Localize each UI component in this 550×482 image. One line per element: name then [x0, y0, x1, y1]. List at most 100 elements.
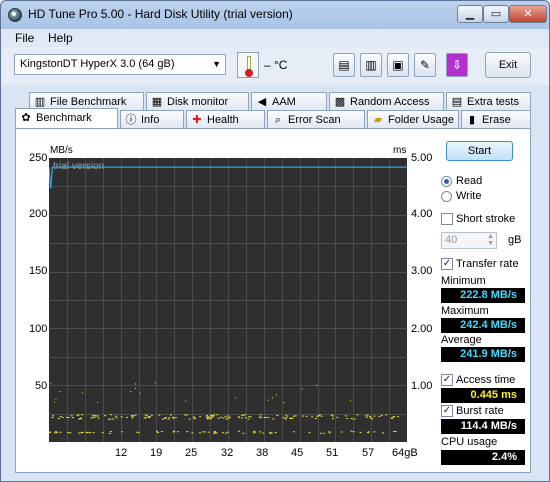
x-tick: 19: [150, 447, 163, 459]
access-time-point: [192, 416, 195, 418]
access-time-point: [54, 431, 57, 433]
access-time-point: [380, 414, 383, 416]
access-time-point: [199, 432, 202, 434]
access-time-point: [315, 418, 318, 420]
access-time-point: [373, 431, 376, 433]
cpu-usage-label: CPU usage: [441, 436, 498, 448]
file-benchmark-icon: ▥: [34, 96, 46, 108]
access-time-point: [97, 417, 100, 419]
access-time-point: [172, 431, 175, 433]
access-time-point: [294, 415, 297, 417]
transfer-rate-checkbox[interactable]: ✓: [441, 258, 453, 270]
access-time-point: [369, 416, 372, 418]
tab-error-scan[interactable]: ⌕ Error Scan: [267, 110, 365, 129]
access-time-point: [115, 417, 118, 419]
y-left-tick: 100: [29, 323, 48, 335]
access-time-point: [378, 415, 381, 417]
download-icon[interactable]: ⇩: [446, 53, 468, 77]
y-right-unit: ms: [393, 145, 407, 156]
access-time-point: [217, 417, 220, 419]
drive-select[interactable]: KingstonDT HyperX 3.0 (64 gB) ▼: [14, 54, 226, 75]
menu-help[interactable]: Help: [48, 31, 73, 45]
access-time-point: [109, 414, 112, 416]
temperature-readout: – °C: [264, 58, 288, 72]
access-time-point: [107, 418, 110, 420]
maximize-button[interactable]: ▭: [483, 5, 509, 23]
access-time-point: [85, 431, 88, 433]
tab-erase[interactable]: ▮ Erase: [461, 110, 531, 129]
access-time-point: [262, 432, 265, 434]
read-radio[interactable]: [441, 176, 452, 187]
access-time-checkbox[interactable]: ✓: [441, 374, 453, 386]
access-time-point: [359, 431, 362, 433]
x-tick: 45: [291, 447, 304, 459]
minimum-value: 222.8 MB/s: [441, 288, 525, 303]
exit-button[interactable]: Exit: [485, 52, 531, 78]
tab-folder-usage[interactable]: ▰ Folder Usage: [367, 110, 459, 129]
minimize-button[interactable]: ▁: [457, 5, 483, 23]
access-time-point: [308, 432, 311, 434]
tab-info[interactable]: ⓘ Info: [120, 110, 184, 129]
access-time-point: [272, 418, 275, 420]
y-left-tick: 200: [29, 208, 48, 220]
short-stroke-checkbox[interactable]: [441, 213, 453, 225]
access-time-point: [227, 415, 230, 417]
access-time-point: [352, 431, 355, 433]
tab-extra-tests[interactable]: ▤ Extra tests: [446, 92, 531, 111]
menu-file[interactable]: File: [15, 31, 34, 45]
title-bar[interactable]: HD Tune Pro 5.00 - Hard Disk Utility (tr…: [1, 1, 549, 29]
short-stroke-input[interactable]: 40 ▲ ▼: [441, 232, 497, 249]
access-time-point: [69, 432, 72, 434]
access-time-point: [52, 415, 55, 417]
close-button[interactable]: ✕: [509, 5, 547, 23]
access-time-point: [353, 418, 356, 420]
tab-aam[interactable]: ◀ AAM: [251, 92, 327, 111]
save-icon[interactable]: ▣: [387, 53, 409, 77]
tab-disk-monitor[interactable]: ▦ Disk monitor: [146, 92, 249, 111]
access-time-point: [382, 432, 385, 434]
app-window: HD Tune Pro 5.00 - Hard Disk Utility (tr…: [0, 0, 550, 482]
start-button[interactable]: Start: [446, 141, 513, 161]
access-time-point: [164, 417, 167, 419]
access-time-point: [103, 415, 106, 417]
access-time-point: [301, 388, 303, 390]
tab-health[interactable]: ✚ Health: [186, 110, 265, 129]
erase-icon: ▮: [468, 114, 476, 126]
access-time-point: [282, 416, 285, 418]
access-time-point: [137, 432, 140, 434]
tab-benchmark[interactable]: ✿ Benchmark: [15, 108, 118, 129]
access-time-point: [226, 431, 229, 433]
access-time-point: [210, 416, 213, 418]
y-left-tick: 250: [29, 152, 48, 164]
x-tick: 12: [115, 447, 128, 459]
access-time-point: [390, 417, 393, 419]
access-time-point: [139, 392, 141, 394]
write-radio[interactable]: [441, 191, 452, 202]
access-time-point: [242, 414, 245, 416]
access-time-point: [340, 431, 343, 433]
tab-random-access[interactable]: ▩ Random Access: [329, 92, 444, 111]
access-time-point: [114, 415, 117, 417]
copy-image-icon[interactable]: ▥: [360, 53, 382, 77]
access-time-point: [258, 431, 261, 433]
access-time-point: [276, 414, 279, 416]
access-time-point: [371, 418, 374, 420]
thermometer-icon: [237, 52, 259, 78]
access-time-point: [108, 432, 111, 434]
copy-text-icon[interactable]: ▤: [333, 53, 355, 77]
access-time-point: [93, 416, 96, 418]
access-time-point: [311, 416, 314, 418]
options-icon[interactable]: ✎: [414, 53, 436, 77]
toolbar: KingstonDT HyperX 3.0 (64 gB) ▼ – °C ▤ ▥…: [1, 47, 549, 85]
access-time-point: [158, 414, 161, 416]
disk-monitor-icon: ▦: [151, 96, 163, 108]
access-time-point: [55, 432, 58, 434]
access-time-point: [293, 431, 296, 433]
access-time-point: [131, 415, 134, 417]
access-time-point: [305, 415, 308, 417]
spinner-arrows-icon[interactable]: ▲ ▼: [487, 233, 494, 247]
access-time-point: [323, 432, 326, 434]
access-time-point: [96, 401, 98, 403]
burst-rate-checkbox[interactable]: ✓: [441, 405, 453, 417]
cpu-usage-value: 2.4%: [441, 450, 525, 465]
